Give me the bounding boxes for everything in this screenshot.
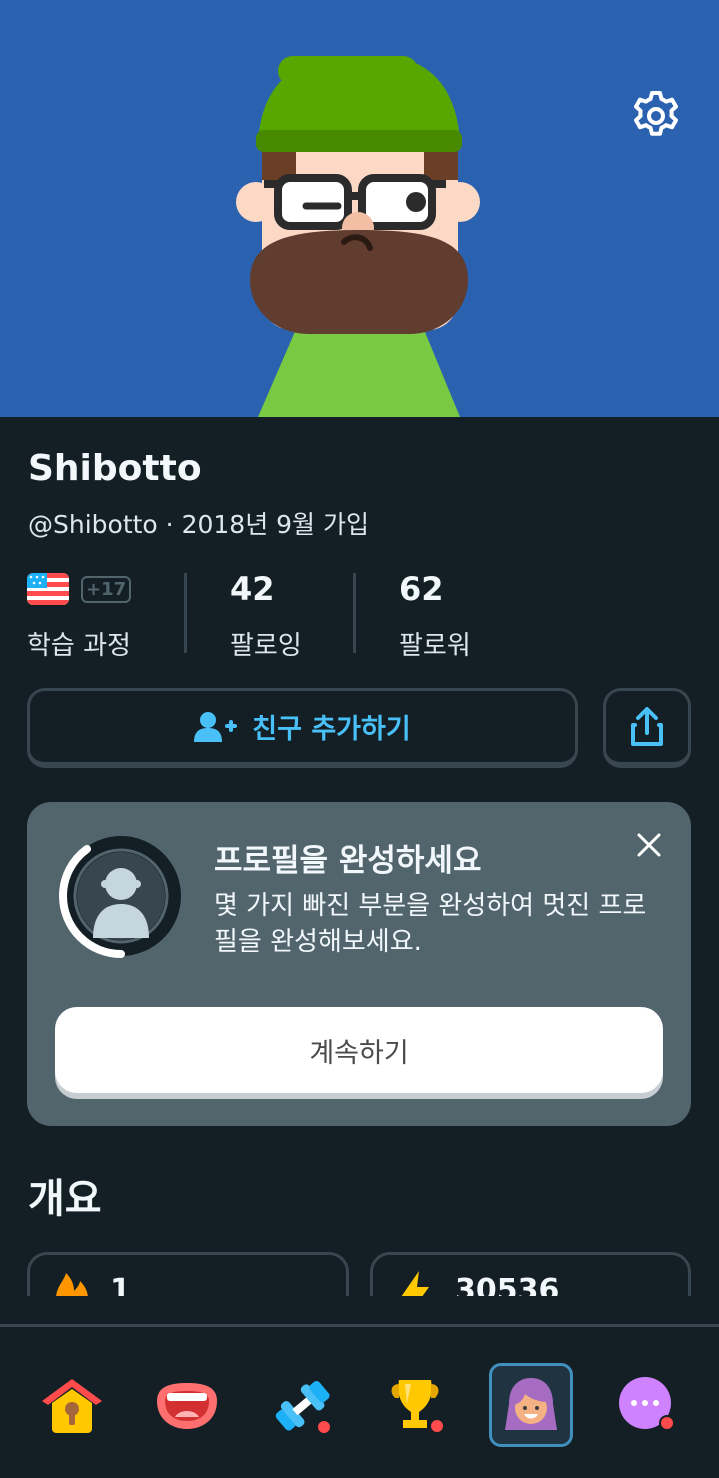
add-person-icon [194, 711, 238, 743]
nav-leaderboard[interactable] [375, 1363, 459, 1447]
more-icon [619, 1377, 675, 1431]
following-stat[interactable]: 42 팔로잉 [230, 565, 302, 662]
nav-profile[interactable] [489, 1363, 573, 1447]
bottom-navigation [0, 1324, 719, 1478]
stats-divider [353, 573, 356, 653]
add-friend-button[interactable]: 친구 추가하기 [27, 688, 578, 768]
followers-label: 팔로워 [399, 631, 471, 661]
overview-stats: 1 30536 [0, 1250, 719, 1296]
xp-lightning-icon [401, 1271, 429, 1296]
overview-heading: 개요 [28, 1176, 102, 1222]
following-label: 팔로잉 [230, 631, 302, 661]
xp-value: 30536 [455, 1273, 560, 1296]
settings-gear-icon[interactable] [630, 90, 682, 142]
nav-more[interactable] [605, 1363, 689, 1447]
continue-button[interactable]: 계속하기 [55, 1007, 663, 1093]
us-flag-icon [27, 573, 69, 605]
share-profile-button[interactable] [603, 688, 691, 768]
complete-profile-text: 몇 가지 빠진 부분을 완성하여 멋진 프로필을 완성해보세요. [214, 891, 647, 957]
user-avatar-illustration [236, 56, 480, 417]
practice-dumbbell-icon [275, 1380, 332, 1435]
nav-speak[interactable] [145, 1363, 229, 1447]
leaderboard-trophy-icon [391, 1380, 445, 1434]
profile-avatar-icon [505, 1378, 557, 1430]
profile-handle-joined: @Shibotto · 2018년 9월 가입 [28, 510, 369, 539]
xp-card: 30536 [370, 1252, 691, 1296]
streak-fire-icon [56, 1273, 88, 1296]
complete-profile-card: 프로필을 완성하세요 몇 가지 빠진 부분을 완성하여 멋진 프로필을 완성해보… [27, 802, 691, 1126]
stats-divider [184, 573, 187, 653]
speak-mouth-icon [157, 1383, 217, 1429]
courses-label: 학습 과정 [27, 631, 131, 661]
profile-header-banner [0, 0, 719, 417]
followers-count: 62 [399, 570, 444, 608]
close-icon[interactable] [634, 830, 664, 860]
profile-progress-ring [59, 834, 183, 958]
courses-stat[interactable]: +17 학습 과정 [27, 565, 132, 662]
nav-home[interactable] [30, 1363, 114, 1447]
more-courses-badge: +17 [81, 575, 132, 603]
streak-value: 1 [110, 1273, 131, 1296]
followers-stat[interactable]: 62 팔로워 [399, 565, 471, 662]
home-icon [42, 1379, 102, 1433]
profile-stats: +17 학습 과정 42 팔로잉 62 팔로워 [0, 565, 719, 665]
add-friend-label: 친구 추가하기 [252, 714, 411, 745]
following-count: 42 [230, 570, 275, 608]
complete-profile-title: 프로필을 완성하세요 [214, 843, 482, 879]
profile-name: Shibotto [28, 448, 202, 489]
streak-card: 1 [27, 1252, 349, 1296]
nav-practice[interactable] [260, 1363, 344, 1447]
share-icon [629, 706, 665, 747]
